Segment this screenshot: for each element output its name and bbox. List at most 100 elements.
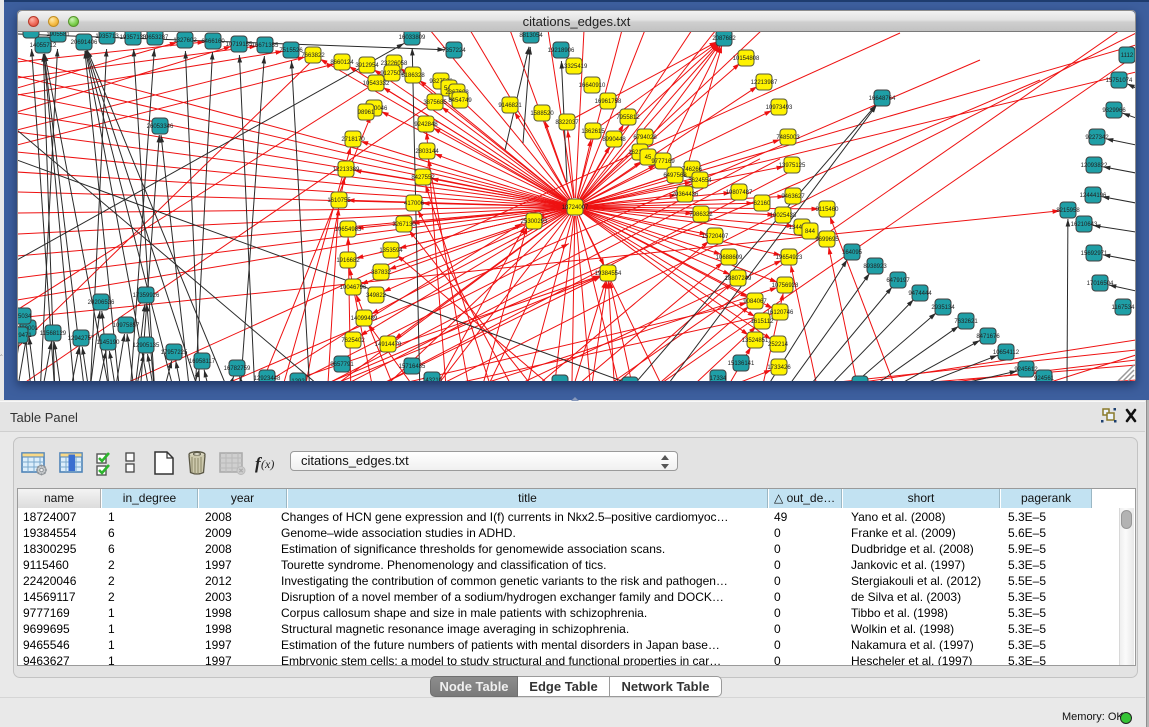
svg-text:1916682: 1916682	[336, 258, 360, 264]
svg-text:13325419: 13325419	[561, 64, 588, 70]
svg-text:387832: 387832	[371, 270, 392, 276]
svg-text:1610755: 1610755	[327, 198, 351, 204]
svg-text:7955812: 7955812	[616, 115, 640, 121]
svg-text:8990448: 8990448	[602, 137, 626, 143]
svg-text:16671355: 16671355	[252, 43, 279, 49]
svg-text:9463627: 9463627	[781, 194, 805, 200]
svg-text:7632621: 7632621	[954, 319, 978, 325]
svg-text:10654112: 10654112	[993, 350, 1020, 356]
svg-text:15751074: 15751074	[1106, 78, 1133, 84]
svg-text:7515526: 7515526	[279, 48, 303, 54]
svg-text:16210643: 16210643	[1071, 222, 1098, 228]
svg-text:6794028: 6794028	[633, 135, 657, 141]
svg-text:3919471: 3919471	[18, 333, 32, 339]
svg-text:17016504: 17016504	[1087, 281, 1114, 287]
svg-text:16120746: 16120746	[767, 310, 794, 316]
svg-text:26053346: 26053346	[147, 124, 174, 130]
svg-text:12905135: 12905135	[133, 343, 160, 349]
svg-text:7625402: 7625402	[341, 338, 365, 344]
svg-text:6497568: 6497568	[663, 173, 687, 179]
svg-text:16961758: 16961758	[595, 99, 622, 105]
svg-text:252214: 252214	[768, 342, 789, 348]
svg-text:10975857: 10975857	[113, 323, 140, 329]
svg-text:7357224: 7357224	[442, 48, 466, 54]
svg-text:7663822: 7663822	[301, 53, 325, 59]
svg-text:349822: 349822	[366, 293, 387, 299]
svg-text:12213389: 12213389	[333, 167, 360, 173]
svg-text:15136141: 15136141	[728, 361, 755, 367]
svg-text:14099489: 14099489	[351, 316, 378, 322]
svg-text:9329966: 9329966	[1102, 108, 1126, 114]
svg-text:1167534: 1167534	[1112, 305, 1135, 311]
svg-text:1588520: 1588520	[530, 111, 554, 117]
svg-text:14914479: 14914479	[375, 342, 402, 348]
svg-text:9146821: 9146821	[498, 103, 522, 109]
svg-text:10654983: 10654983	[335, 227, 362, 233]
svg-text:1615112: 1615112	[751, 319, 775, 325]
svg-text:1327602: 1327602	[173, 38, 197, 44]
svg-text:10719155: 10719155	[226, 42, 253, 48]
svg-text:7485003: 7485003	[776, 135, 800, 141]
svg-text:1353594: 1353594	[379, 248, 403, 254]
svg-text:9242848: 9242848	[414, 122, 438, 128]
svg-text:10653287: 10653287	[142, 35, 169, 41]
svg-text:2935134: 2935134	[931, 305, 955, 311]
svg-text:(x): (x)	[261, 457, 274, 471]
svg-text:16782759: 16782759	[224, 366, 251, 372]
svg-text:18724007: 18724007	[562, 205, 589, 211]
svg-text:10807487: 10807487	[726, 190, 753, 196]
svg-text:16648764: 16648764	[869, 96, 896, 102]
svg-text:13524851: 13524851	[742, 338, 769, 344]
svg-text:17957225: 17957225	[161, 350, 188, 356]
svg-text:1935713: 1935713	[95, 34, 119, 40]
svg-text:1112: 1112	[1121, 53, 1134, 59]
svg-text:12213987: 12213987	[751, 80, 778, 86]
svg-text:6466160: 6466160	[201, 39, 225, 45]
svg-text:8660124: 8660124	[330, 60, 354, 66]
svg-text:417006: 417006	[404, 201, 425, 207]
svg-text:9084067: 9084067	[743, 299, 767, 305]
svg-text:1292: 1292	[291, 379, 305, 381]
svg-text:15034: 15034	[18, 314, 32, 320]
svg-text:9699695: 9699695	[815, 237, 839, 243]
svg-text:19384554: 19384554	[595, 271, 622, 277]
svg-text:8322037: 8322037	[555, 120, 579, 126]
svg-text:20364436: 20364436	[672, 192, 699, 198]
svg-text:8186328: 8186328	[401, 73, 425, 79]
svg-text:9657791: 9657791	[330, 362, 354, 368]
svg-text:2718170: 2718170	[341, 137, 365, 143]
svg-text:143210: 143210	[422, 378, 443, 381]
svg-text:10543332: 10543332	[363, 81, 390, 87]
svg-text:924561: 924561	[1034, 376, 1055, 381]
svg-text:15716485: 15716485	[399, 364, 426, 370]
svg-text:1733426: 1733426	[767, 365, 791, 371]
svg-text:8215958: 8215958	[1056, 208, 1080, 214]
svg-text:8427552: 8427552	[411, 175, 435, 181]
svg-text:20691406: 20691406	[71, 40, 98, 46]
svg-text:9474444: 9474444	[908, 291, 932, 297]
svg-text:16958117: 16958117	[189, 359, 216, 365]
svg-text:2087682: 2087682	[712, 36, 736, 42]
svg-text:6479197: 6479197	[886, 278, 910, 284]
svg-text:9227342: 9227342	[1085, 135, 1109, 141]
svg-text:13975125: 13975125	[779, 163, 806, 169]
svg-text:10973493: 10973493	[766, 105, 793, 111]
svg-text:19218906: 19218906	[548, 48, 575, 54]
svg-text:17359926: 17359926	[133, 293, 160, 299]
svg-text:3267130: 3267130	[392, 222, 416, 228]
svg-text:12444196: 12444196	[1080, 193, 1107, 199]
svg-text:98961: 98961	[358, 110, 375, 116]
svg-text:15692971: 15692971	[1081, 251, 1108, 257]
svg-text:10756928: 10756928	[772, 283, 799, 289]
svg-text:10025438: 10025438	[770, 213, 797, 219]
svg-text:1145190: 1145190	[97, 340, 121, 346]
svg-text:9115460: 9115460	[816, 207, 840, 213]
svg-text:11568129: 11568129	[40, 331, 67, 337]
svg-text:1905581: 1905581	[46, 32, 70, 38]
svg-text:8454749: 8454749	[448, 98, 472, 104]
svg-text:164095: 164095	[842, 250, 863, 256]
svg-text:62160: 62160	[754, 201, 771, 207]
svg-text:8471676: 8471676	[976, 334, 1000, 340]
svg-text:12093822: 12093822	[1081, 163, 1108, 169]
svg-text:18807249: 18807249	[725, 276, 752, 282]
